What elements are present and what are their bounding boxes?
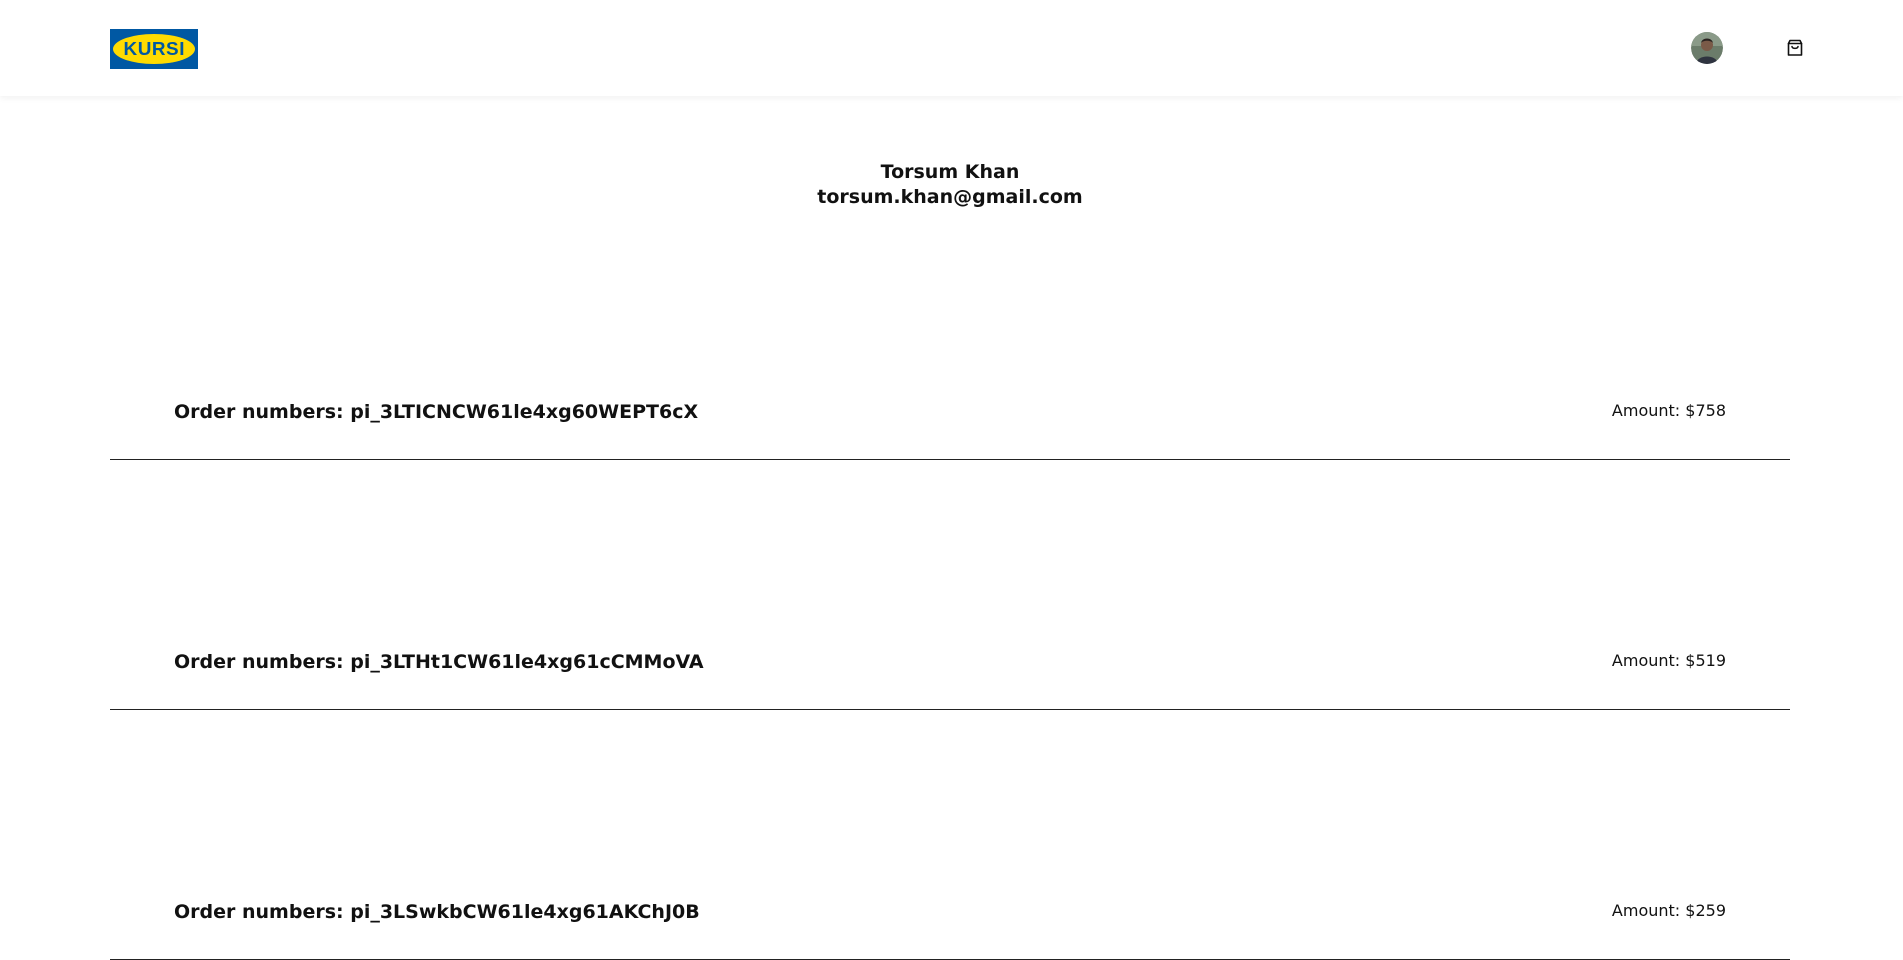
order-amount: Amount: $519 [1611, 651, 1726, 670]
order-row: Order numbers: pi_3LTHt1CW61le4xg61cCMMo… [110, 650, 1790, 710]
profile-info: Torsum Khan torsum.khan@gmail.com [0, 160, 1900, 210]
order-amount: Amount: $259 [1611, 901, 1726, 920]
logo-oval: KURSI [113, 34, 195, 64]
order-number: Order numbers: pi_3LTICNCW61le4xg60WEPT6… [174, 401, 699, 423]
order-row: Order numbers: pi_3LSwkbCW61le4xg61AKChJ… [110, 900, 1790, 960]
user-avatar-icon[interactable] [1691, 32, 1723, 64]
order-number: Order numbers: pi_3LSwkbCW61le4xg61AKChJ… [174, 901, 700, 923]
site-header: KURSI [0, 0, 1903, 96]
order-row: Order numbers: pi_3LTICNCW61le4xg60WEPT6… [110, 400, 1790, 460]
kursi-logo[interactable]: KURSI [110, 29, 198, 69]
profile-email: torsum.khan@gmail.com [817, 186, 1083, 208]
shopping-bag-icon[interactable] [1785, 38, 1805, 58]
logo-text: KURSI [123, 38, 185, 59]
order-number: Order numbers: pi_3LTHt1CW61le4xg61cCMMo… [174, 651, 704, 673]
profile-name: Torsum Khan [880, 161, 1020, 183]
order-amount: Amount: $758 [1611, 401, 1726, 420]
